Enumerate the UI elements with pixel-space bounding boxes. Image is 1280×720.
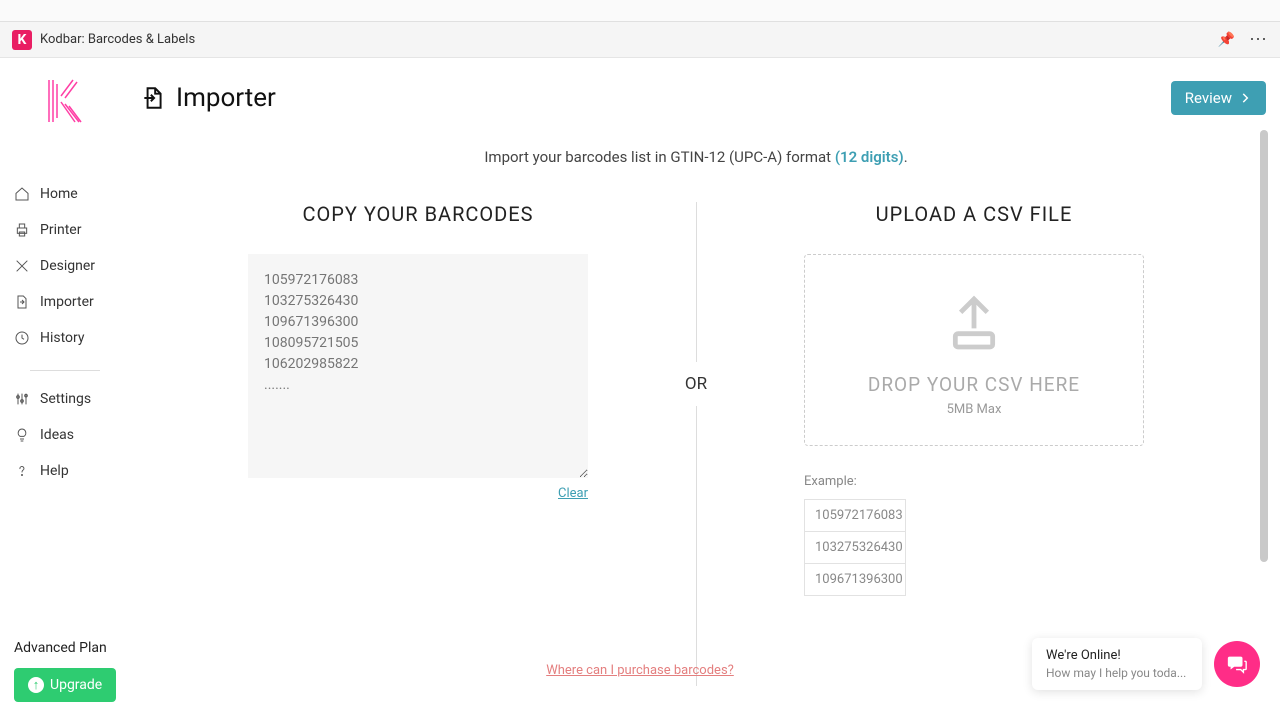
sidebar-item-importer[interactable]: Importer (14, 284, 116, 320)
csv-dropzone[interactable]: DROP YOUR CSV HERE 5MB Max (804, 254, 1144, 446)
sidebar-item-label: Help (40, 463, 69, 479)
sidebar-divider (30, 370, 100, 371)
example-grid: 105972176083 103275326430 109671396300 (804, 499, 1144, 596)
barcodes-textarea[interactable] (248, 254, 588, 478)
brand-title: Kodbar: Barcodes & Labels (40, 32, 195, 47)
or-label: OR (685, 362, 707, 406)
chat-bubble[interactable]: We're Online! How may I help you toda... (1032, 638, 1202, 690)
upgrade-button[interactable]: ↑ Upgrade (14, 668, 116, 702)
review-button[interactable]: Review (1171, 81, 1266, 115)
sidebar-item-label: Ideas (40, 427, 74, 443)
chat-fab[interactable] (1214, 641, 1260, 687)
chat-widget: We're Online! How may I help you toda... (1032, 638, 1260, 690)
sidebar-item-settings[interactable]: Settings (14, 381, 116, 417)
lightbulb-icon (14, 427, 30, 443)
import-icon (140, 85, 166, 111)
kebab-menu-icon[interactable]: ⋯ (1249, 29, 1268, 50)
chevron-right-icon (1238, 91, 1252, 105)
example-label: Example: (804, 474, 1144, 489)
sidebar-item-label: Importer (40, 294, 94, 310)
drop-subtext: 5MB Max (821, 402, 1127, 417)
upload-icon (942, 291, 1006, 355)
help-icon (14, 463, 30, 479)
sidebar-item-designer[interactable]: Designer (14, 248, 116, 284)
chat-subtitle: How may I help you toda... (1046, 666, 1188, 680)
upgrade-button-label: Upgrade (50, 677, 102, 693)
sidebar-item-label: Designer (40, 258, 95, 274)
sidebar-item-help[interactable]: Help (14, 453, 116, 489)
plan-label: Advanced Plan (14, 640, 116, 656)
sidebar-item-label: Home (40, 186, 78, 202)
history-icon (14, 330, 30, 346)
example-cell: 105972176083 (804, 499, 906, 532)
app-bar: K Kodbar: Barcodes & Labels 📌 ⋯ (0, 22, 1280, 58)
browser-topbar (0, 0, 1280, 22)
page-title: Importer (140, 83, 276, 113)
clear-link[interactable]: Clear (248, 486, 588, 501)
chat-icon (1226, 653, 1248, 675)
sidebar: Home Printer Designer Importer History S… (0, 58, 130, 720)
designer-icon (14, 258, 30, 274)
sidebar-item-ideas[interactable]: Ideas (14, 417, 116, 453)
settings-icon (14, 391, 30, 407)
review-button-label: Review (1185, 89, 1232, 107)
sidebar-item-history[interactable]: History (14, 320, 116, 356)
scrollbar[interactable] (1260, 130, 1268, 562)
brand-badge: K (12, 30, 32, 50)
pin-icon[interactable]: 📌 (1218, 32, 1235, 48)
upload-csv-column: UPLOAD A CSV FILE DROP YOUR CSV HERE 5MB… (696, 202, 1252, 595)
sidebar-item-printer[interactable]: Printer (14, 212, 116, 248)
copy-barcodes-column: COPY YOUR BARCODES Clear (140, 202, 696, 501)
sidebar-item-label: History (40, 330, 85, 346)
example-cell: 103275326430 (804, 531, 906, 564)
sidebar-item-label: Settings (40, 391, 91, 407)
upload-heading: UPLOAD A CSV FILE (726, 202, 1222, 226)
purchase-barcodes-link[interactable]: Where can I purchase barcodes? (546, 663, 734, 678)
chat-title: We're Online! (1046, 648, 1188, 663)
home-icon (14, 186, 30, 202)
drop-text: DROP YOUR CSV HERE (821, 373, 1127, 396)
example-cell: 109671396300 (804, 563, 906, 596)
sidebar-item-label: Printer (40, 222, 81, 238)
page-title-text: Importer (176, 83, 276, 113)
arrow-up-icon: ↑ (28, 677, 44, 693)
intro-text: Import your barcodes list in GTIN-12 (UP… (140, 148, 1252, 166)
page-header: Importer Review (140, 76, 1266, 120)
main-content: Import your barcodes list in GTIN-12 (UP… (140, 130, 1252, 720)
sidebar-item-home[interactable]: Home (14, 176, 116, 212)
importer-icon (14, 294, 30, 310)
printer-icon (14, 222, 30, 238)
copy-heading: COPY YOUR BARCODES (170, 202, 666, 226)
app-logo (43, 76, 87, 126)
